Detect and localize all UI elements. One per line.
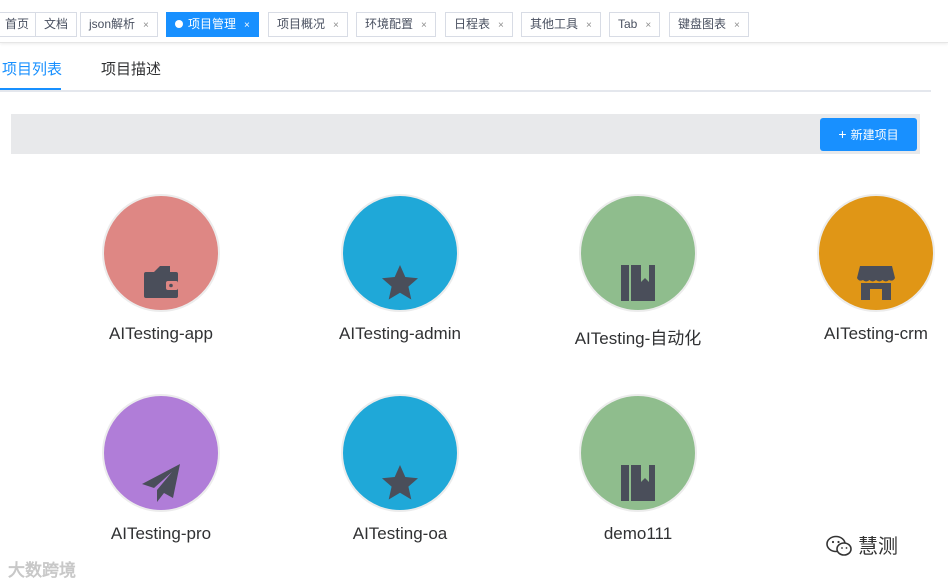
tab-project-management[interactable]: 项目管理 × [166,12,259,37]
project-card[interactable]: AITesting-自动化 [538,194,738,349]
new-project-label: 新建项目 [850,128,899,142]
tab-label: 键盘图表 [678,17,727,31]
tab-label: 环境配置 [365,17,414,31]
project-name[interactable]: AITesting-pro [61,524,261,544]
tab-label: 首页 [5,17,30,31]
tab-project-description[interactable]: 项目描述 [101,60,161,80]
close-icon[interactable]: × [734,20,740,31]
bookmark-book-icon [621,465,655,501]
tab-label: 日程表 [454,17,491,31]
tab-keyboard-chart[interactable]: 键盘图表 × [669,12,749,37]
project-name[interactable]: AITesting-自动化 [538,324,738,349]
tab-label: 项目概况 [277,17,326,31]
close-icon[interactable]: × [645,20,651,31]
watermark-right: 慧测 [826,530,898,559]
tab-label: 文档 [44,17,69,31]
star-icon [382,265,418,300]
wallet-icon [144,266,178,298]
tab-label: Tab [618,17,638,31]
watermark-left-text: 大数跨境 [8,561,76,580]
watermark-left: 大数跨境 [8,556,76,581]
tab-project-overview[interactable]: 项目概况 × [268,12,348,37]
tab-tab[interactable]: Tab × [609,12,661,37]
tab-schedule[interactable]: 日程表 × [445,12,513,37]
tab-json-parse[interactable]: json解析 × [80,12,158,37]
close-icon[interactable]: × [498,20,504,31]
project-card[interactable]: AITesting-admin [300,194,500,344]
new-project-button[interactable]: + 新建项目 [820,118,917,151]
project-name[interactable]: demo111 [538,524,738,544]
close-icon[interactable]: × [333,20,339,31]
close-icon[interactable]: × [143,20,149,31]
bookmark-book-icon [621,265,655,301]
star-icon [382,465,418,500]
tab-env-config[interactable]: 环境配置 × [356,12,436,37]
project-avatar[interactable] [579,394,697,512]
project-card[interactable]: AITesting-oa [300,394,500,544]
project-avatar[interactable] [341,394,459,512]
tab-other-tools[interactable]: 其他工具 × [521,12,601,37]
project-card[interactable]: AITesting-pro [61,394,261,544]
project-name[interactable]: AITesting-admin [300,324,500,344]
tags-view-bar: 首页 文档 json解析 × 项目管理 × 项目概况 × 环境配置 × 日程表 × 其他工… [0,0,948,43]
plus-icon: + [838,126,847,142]
tab-label: 其他工具 [530,17,579,31]
active-dot-icon [175,20,183,28]
tab-label: 项目管理 [188,17,237,31]
project-card[interactable]: AITesting-app [61,194,261,344]
project-avatar[interactable] [817,194,935,312]
tab-docs[interactable]: 文档 [35,12,78,37]
project-card[interactable]: demo111 [538,394,738,544]
project-avatar[interactable] [102,194,220,312]
shop-icon [857,266,895,300]
tab-label: json解析 [89,17,136,31]
project-avatar[interactable] [102,394,220,512]
project-avatar[interactable] [341,194,459,312]
project-subtabs: 项目列表 项目描述 [0,60,931,92]
tab-project-list[interactable]: 项目列表 [2,60,62,80]
paper-plane-icon [142,464,180,502]
watermark-right-text: 慧测 [858,536,898,558]
active-tab-indicator [0,88,61,90]
project-name[interactable]: AITesting-app [61,324,261,344]
project-name[interactable]: AITesting-crm [776,324,948,344]
project-name[interactable]: AITesting-oa [300,524,500,544]
close-icon[interactable]: × [421,20,427,31]
close-icon[interactable]: × [244,20,250,31]
wechat-icon [826,535,852,556]
project-card[interactable]: AITesting-crm [776,194,948,344]
tab-home[interactable]: 首页 [0,12,39,37]
project-avatar[interactable] [579,194,697,312]
project-toolbar: + 新建项目 [11,114,920,154]
close-icon[interactable]: × [586,20,592,31]
